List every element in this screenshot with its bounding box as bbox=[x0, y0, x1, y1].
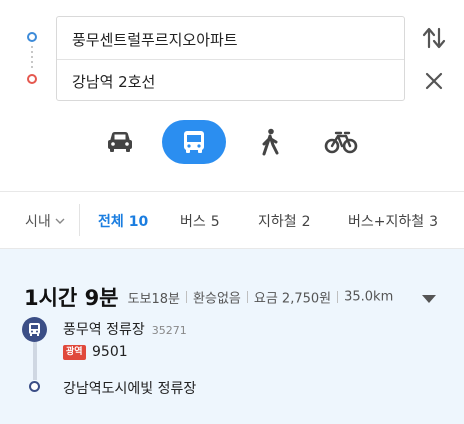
start-location-input[interactable]: 풍무센트럴푸르지오아파트 bbox=[72, 29, 238, 50]
bus-type-badge: 광역 bbox=[63, 345, 86, 360]
route-inputs: 풍무센트럴푸르지오아파트 강남역 2호선 bbox=[0, 0, 464, 110]
boarding-stop-id: 35271 bbox=[151, 324, 187, 337]
alighting-stop-name: 강남역도시에빛 정류장 bbox=[63, 381, 197, 397]
tab-count: 2 bbox=[301, 214, 311, 230]
destination-stop-icon bbox=[29, 381, 40, 392]
transfer-info: 환승없음 bbox=[193, 291, 241, 307]
mode-car-button[interactable] bbox=[102, 120, 138, 164]
tab-label: 지하철 bbox=[258, 214, 297, 230]
mode-transit-button[interactable] bbox=[162, 120, 226, 164]
meta-divider bbox=[246, 291, 248, 303]
car-icon bbox=[108, 132, 132, 152]
route-input-box: 풍무센트럴푸르지오아파트 강남역 2호선 bbox=[56, 16, 405, 101]
route-result-card[interactable]: 1시간 9분 도보18분 환승없음 요금 2,750원 35.0km 풍무역 정류장 3… bbox=[0, 249, 464, 424]
bicycle-icon bbox=[324, 131, 358, 154]
region-label: 시내 bbox=[25, 214, 51, 230]
tab-all[interactable]: 전체 10 bbox=[98, 211, 148, 231]
tab-divider bbox=[79, 204, 80, 236]
meta-divider bbox=[186, 291, 188, 303]
caret-down-icon bbox=[422, 295, 436, 303]
walk-icon bbox=[262, 128, 279, 156]
fare: 요금 2,750원 bbox=[253, 291, 332, 307]
chevron-down-icon bbox=[55, 213, 65, 229]
walk-time: 도보18분 bbox=[127, 291, 181, 307]
mode-bike-button[interactable] bbox=[321, 120, 361, 164]
destination-input[interactable]: 강남역 2호선 bbox=[72, 71, 155, 92]
route-segment-line bbox=[33, 342, 37, 380]
route-connector bbox=[31, 46, 33, 70]
boarding-stop-name: 풍무역 정류장 bbox=[63, 322, 145, 338]
input-divider bbox=[57, 59, 404, 60]
swap-vertical-icon bbox=[422, 27, 446, 49]
route-filter-tabs: 시내 전체 10 버스 5 지하철 2 버스+지하철 3 bbox=[0, 192, 464, 248]
swap-button[interactable] bbox=[420, 24, 448, 52]
region-selector[interactable]: 시내 bbox=[25, 211, 65, 231]
bus-stop-icon bbox=[22, 317, 47, 342]
tab-bus-subway[interactable]: 버스+지하철 3 bbox=[348, 211, 438, 231]
boarding-stop: 풍무역 정류장 35271 bbox=[63, 319, 187, 339]
tab-bus[interactable]: 버스 5 bbox=[180, 211, 220, 231]
tab-label: 버스 bbox=[180, 214, 206, 230]
tab-label: 버스+지하철 bbox=[348, 214, 425, 230]
expand-button[interactable] bbox=[420, 290, 438, 303]
route-summary: 1시간 9분 도보18분 환승없음 요금 2,750원 35.0km bbox=[24, 282, 393, 312]
bus-number: 9501 bbox=[92, 344, 128, 360]
meta-divider bbox=[337, 291, 339, 303]
tab-count: 5 bbox=[210, 214, 220, 230]
tab-count: 10 bbox=[128, 214, 149, 230]
mode-walk-button[interactable] bbox=[252, 120, 288, 164]
distance: 35.0km bbox=[344, 289, 394, 305]
clear-button[interactable] bbox=[420, 67, 448, 95]
close-icon bbox=[425, 72, 443, 90]
end-marker-icon bbox=[27, 74, 37, 84]
travel-mode-selector bbox=[0, 118, 464, 168]
bus-icon bbox=[184, 131, 204, 153]
tab-label: 전체 bbox=[98, 214, 124, 230]
travel-duration: 1시간 9분 bbox=[24, 286, 119, 310]
start-marker-icon bbox=[27, 32, 37, 42]
tab-subway[interactable]: 지하철 2 bbox=[258, 211, 311, 231]
tab-count: 3 bbox=[429, 214, 439, 230]
